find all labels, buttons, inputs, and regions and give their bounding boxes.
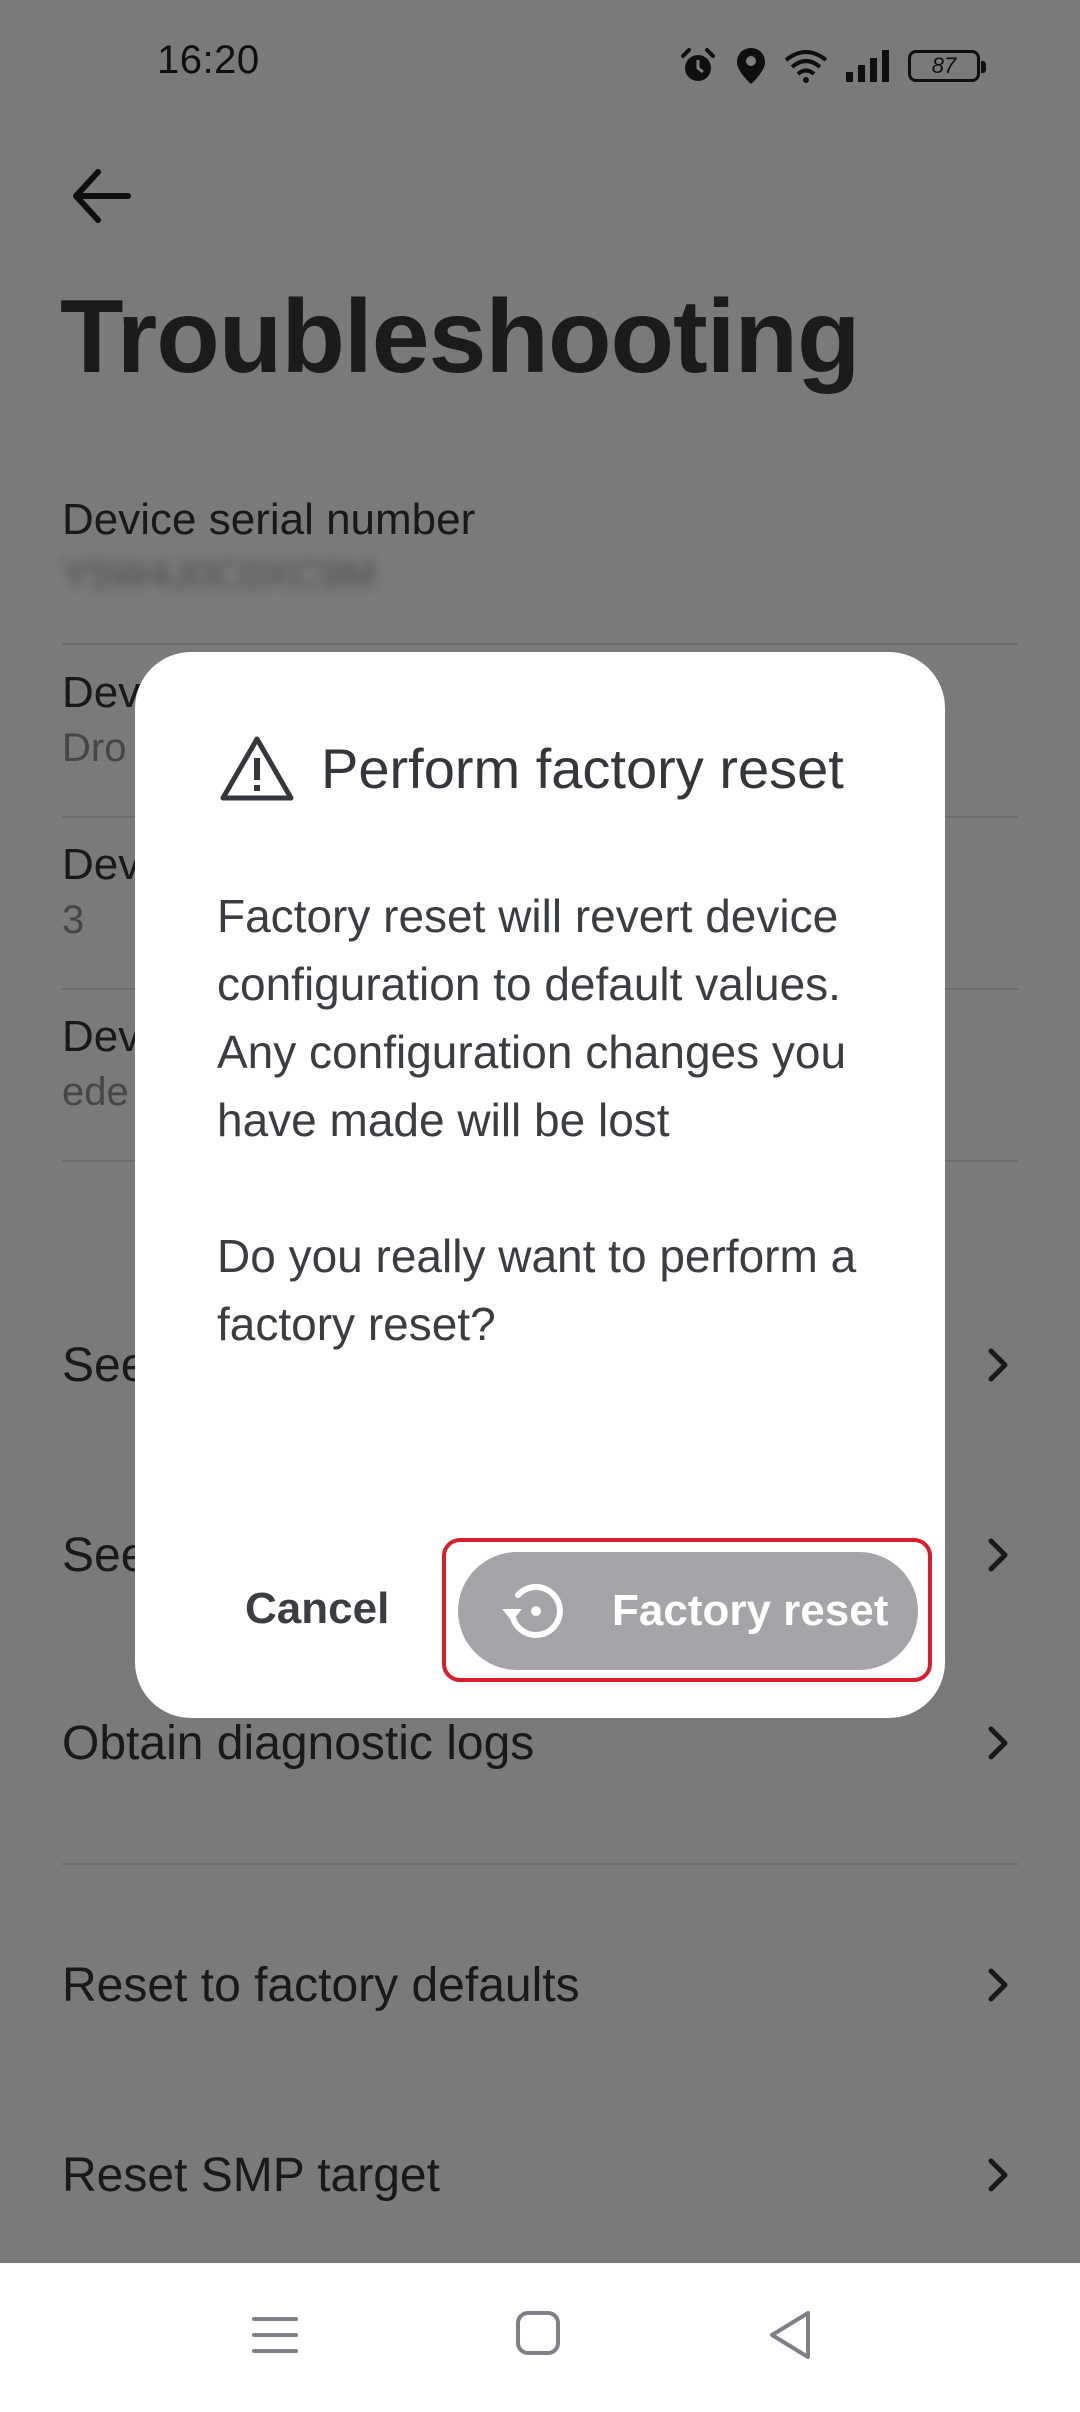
- restore-icon: [502, 1583, 563, 1638]
- dialog-message: Factory reset will revert device configu…: [217, 890, 847, 1146]
- dialog-title: Perform factory reset: [321, 736, 844, 800]
- system-nav-bar: [0, 2263, 1080, 2412]
- menu-icon[interactable]: [250, 2305, 300, 2365]
- warning-icon: [220, 736, 294, 801]
- factory-reset-button[interactable]: Factory reset: [458, 1552, 918, 1670]
- troubleshooting-screen: 16:20 87: [0, 0, 1080, 2412]
- back-triangle-icon[interactable]: [764, 2305, 820, 2365]
- factory-reset-label: Factory reset: [612, 1586, 889, 1635]
- home-icon[interactable]: [510, 2305, 570, 2365]
- cancel-button[interactable]: Cancel: [245, 1584, 389, 1634]
- dialog-header: Perform factory reset: [219, 734, 844, 802]
- dialog-body: Factory reset will revert device configu…: [217, 882, 877, 1358]
- dialog-question: Do you really want to perform a factory …: [217, 1230, 857, 1350]
